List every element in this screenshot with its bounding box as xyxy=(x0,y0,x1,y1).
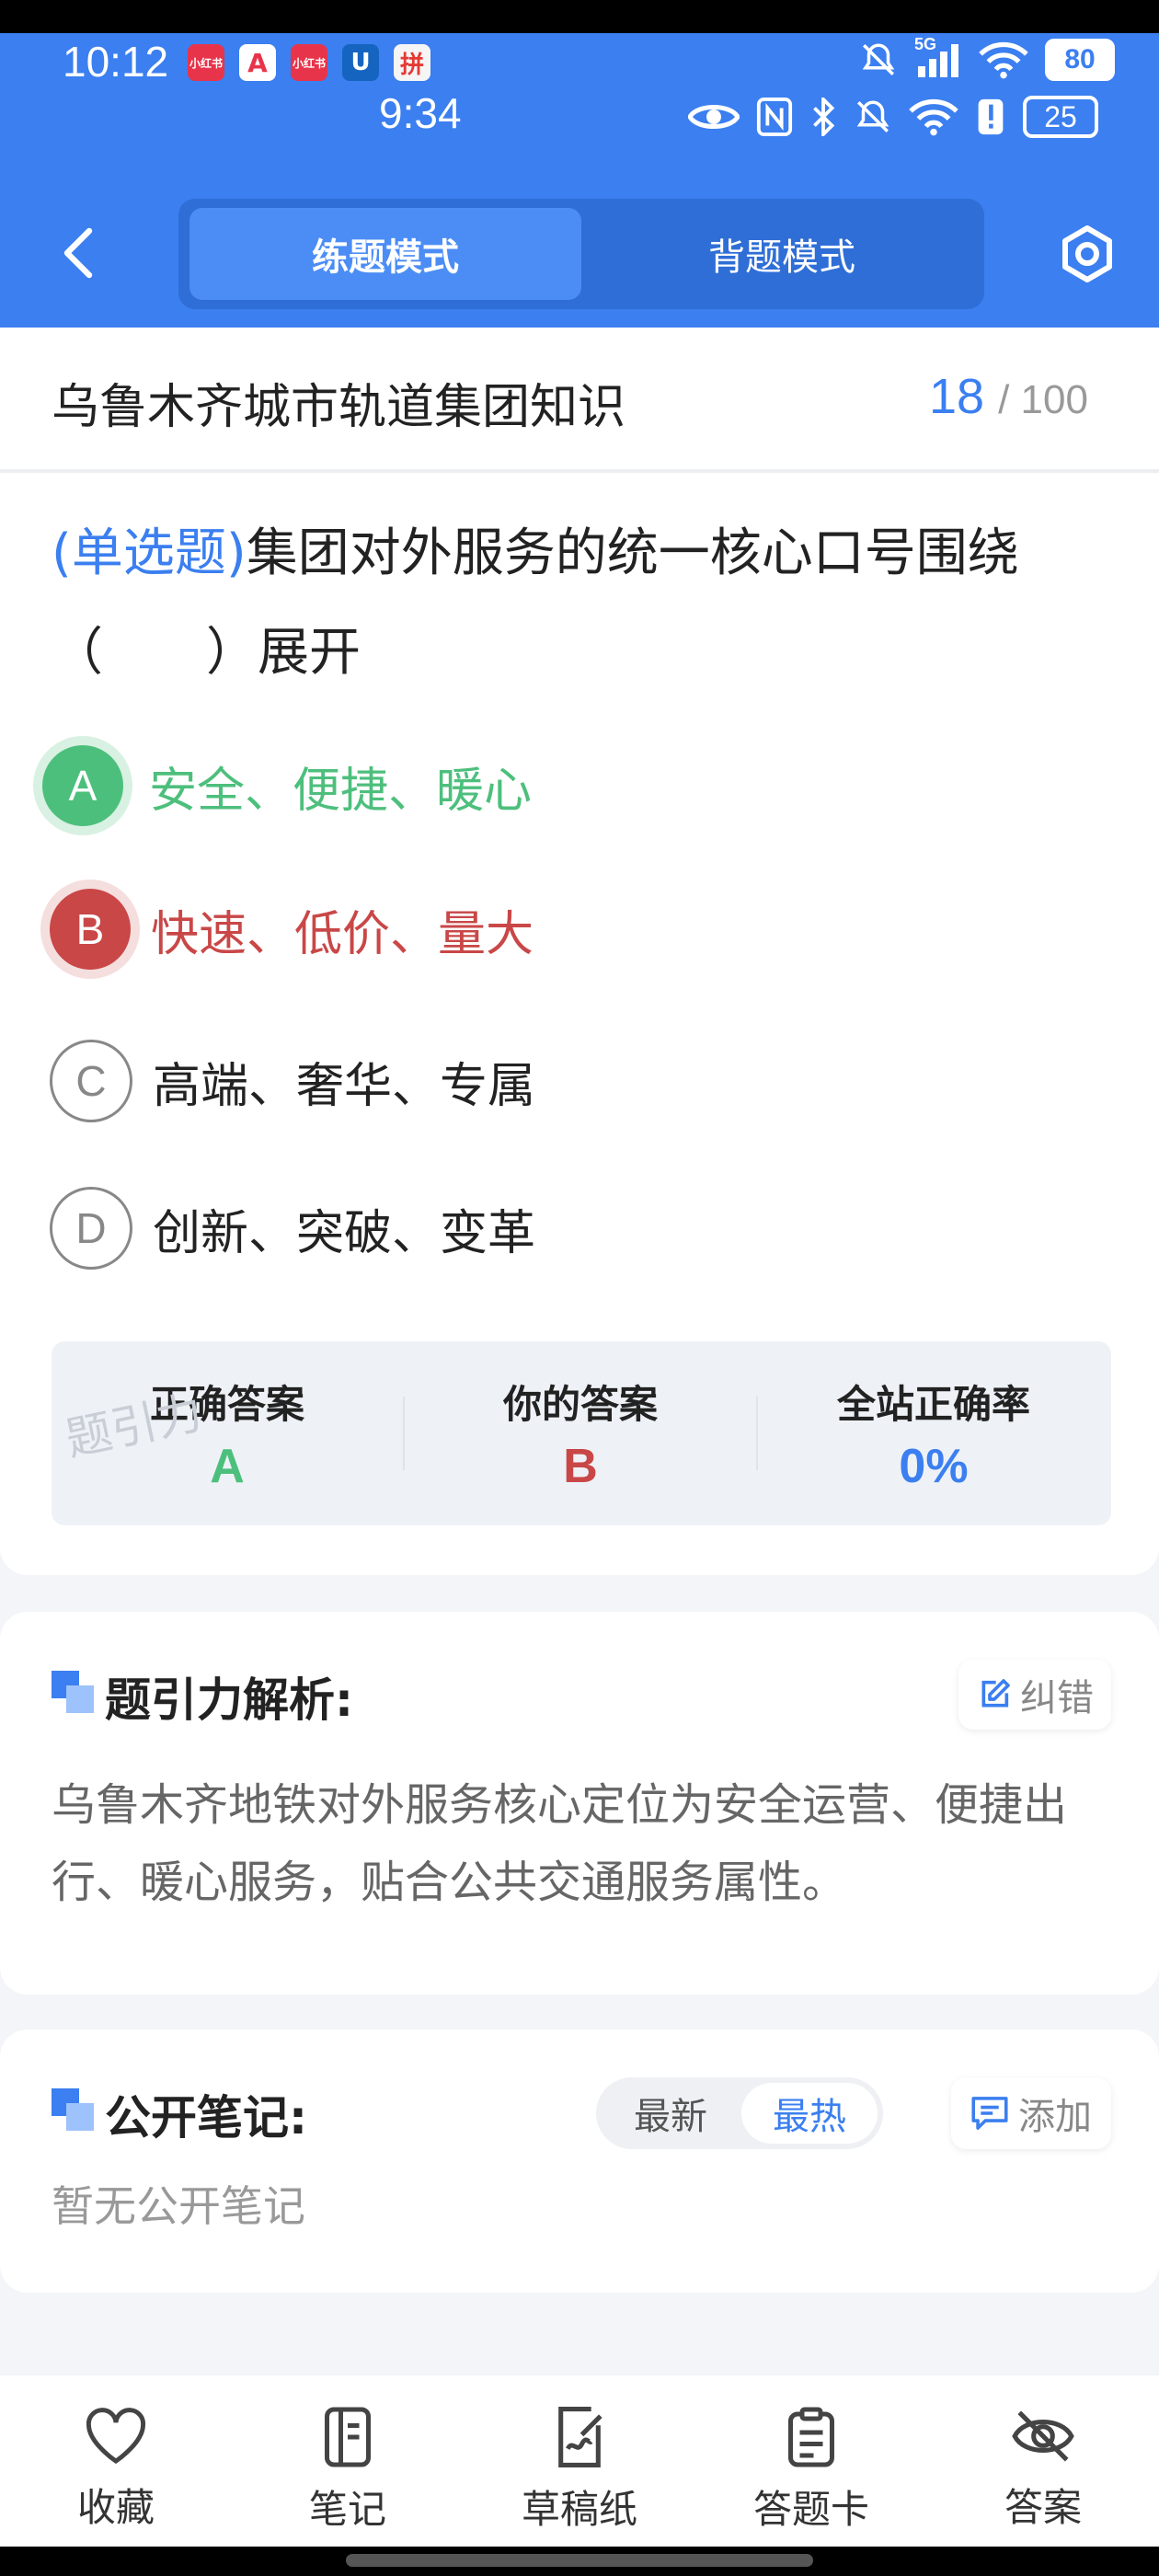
sort-hot-button[interactable]: 最热 xyxy=(741,2083,878,2144)
tab-memorize-mode[interactable]: 背题模式 xyxy=(589,208,975,300)
eye-icon xyxy=(688,105,740,129)
option-b-badge: B xyxy=(50,889,131,970)
stacked-squares-icon xyxy=(52,1671,94,1713)
sort-latest-button[interactable]: 最新 xyxy=(602,2083,740,2144)
nav-notes[interactable]: 笔记 xyxy=(232,2407,464,2535)
answer-stats-panel: 正确答案 A 你的答案 B 全站正确率 0% xyxy=(52,1341,1111,1525)
option-c[interactable]: C 高端、奢华、专属 xyxy=(50,1040,535,1122)
nav-favorite-label: 收藏 xyxy=(76,2485,155,2530)
status-icons-row1: 5G 80 xyxy=(859,35,1115,81)
eye-off-icon xyxy=(1012,2410,1074,2462)
alert-icon xyxy=(978,98,1004,135)
nav-draft-label: 草稿纸 xyxy=(521,2487,637,2532)
report-error-button[interactable]: 纠错 xyxy=(958,1660,1111,1730)
bottom-nav-bar: 收藏 笔记 草稿纸 答题卡 答案 xyxy=(0,2375,1159,2547)
current-question-number: 18 xyxy=(929,369,985,424)
option-a-text: 安全、便捷、暖心 xyxy=(149,763,533,819)
top-black-strip xyxy=(0,0,1159,33)
option-d[interactable]: D 创新、突破、变革 xyxy=(50,1187,535,1270)
stat-accuracy: 全站正确率 0% xyxy=(758,1374,1109,1494)
question-type-label: (单选题) xyxy=(52,523,247,583)
status-time-secondary: 9:34 xyxy=(379,89,462,137)
bluetooth-icon xyxy=(813,98,835,136)
nav-answer-card[interactable]: 答题卡 xyxy=(695,2407,927,2535)
signal-icon: 5G xyxy=(914,35,962,79)
add-note-button[interactable]: 添加 xyxy=(951,2077,1111,2149)
question-text-line1: 集团对外服务的统一核心口号围绕 xyxy=(246,523,1019,583)
mute-bell-icon-2 xyxy=(856,100,889,132)
nav-answer-label: 答案 xyxy=(1004,2485,1082,2530)
battery-indicator: 80 xyxy=(1045,39,1115,81)
mute-bell-icon xyxy=(862,43,895,75)
xiaohongshu-app-icon: 小红书 xyxy=(188,44,224,81)
nfc-icon xyxy=(756,98,793,136)
heart-icon xyxy=(86,2408,146,2465)
status-icons-row2: 25 xyxy=(688,96,1098,138)
nav-draft[interactable]: 草稿纸 xyxy=(464,2407,695,2535)
battery-indicator-2: 25 xyxy=(1023,96,1098,138)
hexagon-settings-icon xyxy=(1062,225,1112,282)
option-d-text: 创新、突破、变革 xyxy=(153,1205,536,1261)
pinduoduo-app-icon: 拼 xyxy=(394,44,430,81)
wifi-icon xyxy=(979,41,1028,79)
question-text-line2: （ ）展开 xyxy=(52,623,361,683)
stat-your-answer: 你的答案 B xyxy=(405,1374,756,1494)
stat-yours-value: B xyxy=(563,1439,598,1493)
stat-rate-label: 全站正确率 xyxy=(836,1381,1030,1427)
total-questions: / 100 xyxy=(998,377,1088,422)
home-indicator[interactable] xyxy=(346,2554,813,2567)
status-app-icons: 小红书 A 小红书 U 拼 xyxy=(188,44,430,81)
draft-paper-icon xyxy=(558,2407,602,2467)
notes-title: 公开笔记: xyxy=(105,2091,307,2145)
edit-icon xyxy=(981,1679,1010,1708)
settings-button[interactable] xyxy=(1054,221,1120,287)
comment-icon xyxy=(971,2097,1008,2130)
question-bank-title: 乌鲁木齐城市轨道集团知识 xyxy=(52,380,626,435)
question-text: (单选题)集团对外服务的统一核心口号围绕 （ ）展开 xyxy=(52,504,1119,703)
answer-card-icon xyxy=(788,2407,834,2467)
a-app-icon: A xyxy=(239,44,276,81)
option-b-text: 快速、低价、量大 xyxy=(151,906,534,962)
add-note-label: 添加 xyxy=(1018,2096,1092,2138)
chevron-left-icon xyxy=(63,227,93,279)
option-b[interactable]: B 快速、低价、量大 xyxy=(50,889,534,970)
notebook-icon xyxy=(325,2407,371,2467)
nav-answer[interactable]: 答案 xyxy=(927,2407,1159,2535)
nav-favorite[interactable]: 收藏 xyxy=(0,2407,232,2535)
wifi-icon-2 xyxy=(909,98,958,136)
status-time: 10:12 xyxy=(63,38,169,86)
stat-yours-label: 你的答案 xyxy=(502,1381,658,1427)
option-d-badge: D xyxy=(50,1187,132,1270)
option-c-text: 高端、奢华、专属 xyxy=(153,1058,536,1114)
stacked-squares-icon xyxy=(52,2088,94,2131)
nav-notes-label: 笔记 xyxy=(308,2487,386,2532)
option-a-badge: A xyxy=(42,745,123,826)
back-button[interactable] xyxy=(46,221,110,285)
tab-practice-mode[interactable]: 练题模式 xyxy=(189,208,581,300)
xiaohongshu-app-icon-2: 小红书 xyxy=(291,44,327,81)
nav-answer-card-label: 答题卡 xyxy=(752,2487,869,2532)
report-error-label: 纠错 xyxy=(1020,1677,1094,1719)
option-a[interactable]: A 安全、便捷、暖心 xyxy=(42,745,532,826)
u-app-icon: U xyxy=(342,44,379,81)
stat-rate-value: 0% xyxy=(899,1439,969,1493)
analysis-section-icon xyxy=(52,1671,94,1717)
divider xyxy=(0,469,1159,473)
empty-notes-text: 暂无公开笔记 xyxy=(52,2181,305,2231)
notes-card xyxy=(0,2030,1159,2293)
notes-section-icon xyxy=(52,2088,94,2134)
option-c-badge: C xyxy=(50,1040,132,1122)
analysis-text: 乌鲁木齐地铁对外服务核心定位为安全运营、便捷出行、暖心服务，贴合公共交通服务属性… xyxy=(52,1779,1068,1908)
question-progress: 18 / 100 xyxy=(929,368,1088,425)
analysis-title: 题引力解析: xyxy=(105,1673,353,1727)
